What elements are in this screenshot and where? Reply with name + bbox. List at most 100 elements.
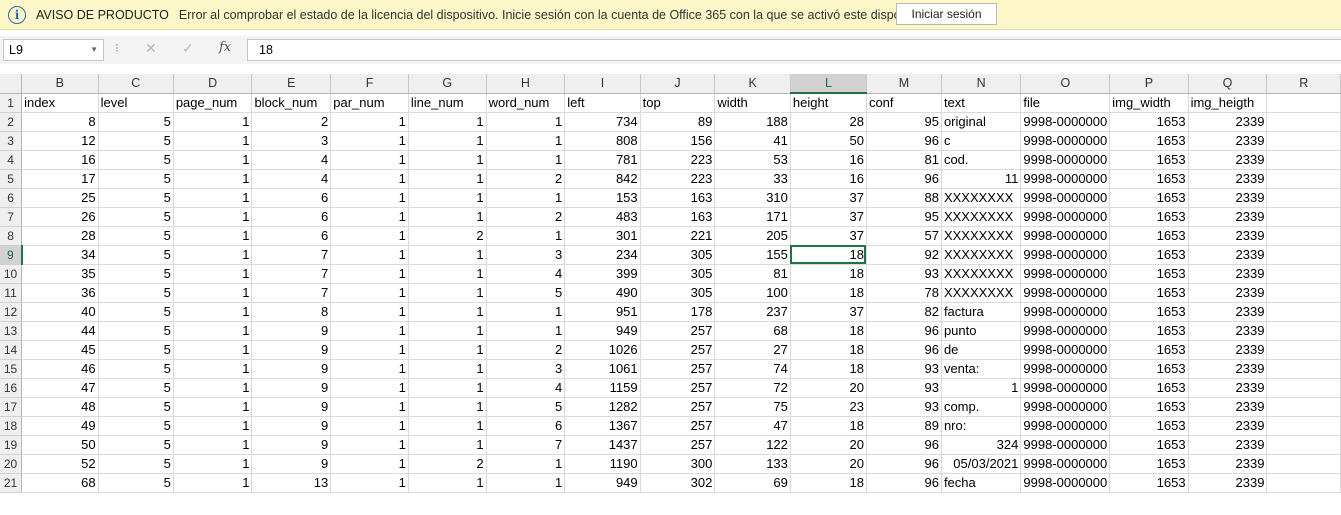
cell[interactable]: 1 — [330, 169, 409, 189]
cell[interactable]: 5 — [98, 169, 174, 189]
row-header[interactable]: 17 — [0, 397, 23, 417]
cell[interactable]: 1653 — [1109, 359, 1189, 379]
cell[interactable]: 2339 — [1188, 321, 1268, 341]
cell[interactable]: 305 — [640, 264, 716, 284]
cell[interactable]: 9998-0000000 — [1020, 359, 1111, 379]
cell[interactable]: 5 — [98, 245, 174, 265]
cell[interactable]: 93 — [866, 359, 942, 379]
row-header[interactable]: 9 — [0, 245, 23, 265]
cell[interactable]: 1 — [173, 207, 253, 227]
cell[interactable]: 1 — [173, 359, 253, 379]
cell[interactable] — [1266, 264, 1341, 284]
cell[interactable]: nro: — [941, 416, 1022, 436]
cell[interactable]: 1 — [408, 359, 487, 379]
column-header-i[interactable]: I — [564, 74, 641, 94]
cell[interactable]: 9 — [251, 454, 332, 474]
cell[interactable]: 88 — [866, 188, 942, 208]
cell[interactable]: 18 — [790, 321, 867, 341]
cell[interactable]: 1026 — [564, 340, 641, 360]
cell[interactable]: 9998-0000000 — [1020, 207, 1111, 227]
cell[interactable]: 7 — [486, 435, 566, 455]
cell[interactable]: 68 — [21, 473, 99, 493]
cell[interactable]: 9998-0000000 — [1020, 473, 1111, 493]
cell[interactable]: 1 — [408, 473, 487, 493]
cell[interactable]: 310 — [714, 188, 791, 208]
cell[interactable]: 1 — [330, 112, 409, 132]
cell[interactable]: 7 — [251, 283, 332, 303]
cell[interactable]: 37 — [790, 207, 867, 227]
cell[interactable]: 1 — [408, 264, 487, 284]
cell[interactable]: 221 — [640, 226, 716, 246]
header-cell[interactable]: height — [790, 93, 867, 113]
cell[interactable]: 1437 — [564, 435, 641, 455]
cell[interactable]: 1190 — [564, 454, 641, 474]
cell[interactable]: 16 — [21, 150, 99, 170]
cell[interactable]: 6 — [251, 188, 332, 208]
cell[interactable]: 1653 — [1109, 397, 1189, 417]
row-header[interactable]: 18 — [0, 416, 23, 436]
cell[interactable] — [1266, 169, 1341, 189]
cell[interactable]: 1653 — [1109, 321, 1189, 341]
cell[interactable]: 9998-0000000 — [1020, 131, 1111, 151]
cell[interactable]: 68 — [714, 321, 791, 341]
row-header[interactable]: 10 — [0, 264, 23, 284]
cell[interactable]: 2 — [486, 340, 566, 360]
cell[interactable]: 234 — [564, 245, 641, 265]
header-cell[interactable]: img_width — [1109, 93, 1189, 113]
cell[interactable]: comp. — [941, 397, 1022, 417]
cell[interactable]: 46 — [21, 359, 99, 379]
cell[interactable]: 93 — [866, 264, 942, 284]
cell[interactable]: 1 — [408, 207, 487, 227]
cell[interactable]: 18 — [790, 264, 867, 284]
cell[interactable]: 257 — [640, 359, 716, 379]
cell[interactable]: 734 — [564, 112, 641, 132]
cell[interactable]: 2 — [486, 207, 566, 227]
cell[interactable]: 9 — [251, 397, 332, 417]
cell[interactable]: 1 — [408, 321, 487, 341]
header-cell[interactable]: width — [714, 93, 791, 113]
cell[interactable]: 1653 — [1109, 131, 1189, 151]
cell[interactable]: 9998-0000000 — [1020, 226, 1111, 246]
row-header[interactable]: 2 — [0, 112, 23, 132]
cell[interactable] — [1266, 131, 1341, 151]
cell[interactable]: 18 — [790, 416, 867, 436]
cell[interactable]: 163 — [640, 188, 716, 208]
cell[interactable]: 5 — [98, 378, 174, 398]
insert-function-icon[interactable]: fx — [219, 40, 231, 55]
cell[interactable]: 9998-0000000 — [1020, 188, 1111, 208]
cell[interactable]: 2339 — [1188, 150, 1268, 170]
cell[interactable]: 4 — [486, 264, 566, 284]
cell[interactable]: 75 — [714, 397, 791, 417]
cell[interactable]: 1 — [408, 435, 487, 455]
cell[interactable]: 1 — [330, 359, 409, 379]
cell[interactable]: 6 — [251, 207, 332, 227]
cell[interactable]: 1061 — [564, 359, 641, 379]
cell[interactable]: 1653 — [1109, 207, 1189, 227]
cell[interactable]: 1 — [173, 150, 253, 170]
cell[interactable]: 5 — [486, 397, 566, 417]
cell[interactable]: 5 — [98, 454, 174, 474]
cell[interactable]: 9998-0000000 — [1020, 150, 1111, 170]
cell[interactable]: 1 — [173, 226, 253, 246]
cell[interactable]: 93 — [866, 397, 942, 417]
column-header-d[interactable]: D — [173, 74, 253, 94]
cell[interactable]: 82 — [866, 302, 942, 322]
cell[interactable]: 5 — [98, 264, 174, 284]
cell[interactable] — [1266, 188, 1341, 208]
cell[interactable]: 5 — [98, 112, 174, 132]
cell[interactable]: 808 — [564, 131, 641, 151]
cell[interactable]: 1 — [330, 473, 409, 493]
cell[interactable]: 1 — [486, 226, 566, 246]
cell[interactable]: 1 — [941, 378, 1022, 398]
cell[interactable]: 7 — [251, 264, 332, 284]
cell[interactable]: 9998-0000000 — [1020, 454, 1111, 474]
header-cell[interactable]: conf — [866, 93, 942, 113]
cell[interactable]: 2339 — [1188, 169, 1268, 189]
cell[interactable]: 3 — [486, 359, 566, 379]
cell[interactable]: 2 — [486, 169, 566, 189]
column-header-j[interactable]: J — [640, 74, 716, 94]
cell[interactable]: 257 — [640, 416, 716, 436]
cell[interactable]: 41 — [714, 131, 791, 151]
sign-in-button[interactable]: Iniciar sesión — [896, 3, 997, 25]
cell[interactable]: 9998-0000000 — [1020, 169, 1111, 189]
